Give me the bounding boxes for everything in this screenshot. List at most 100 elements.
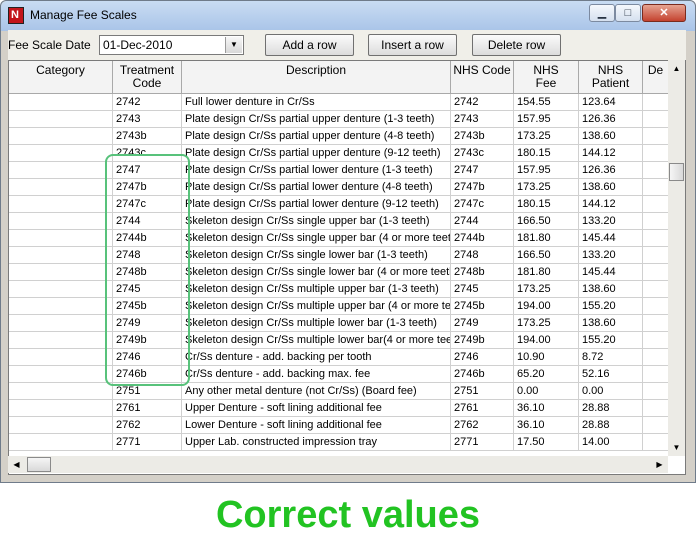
delete-row-button[interactable]: Delete row — [472, 34, 561, 56]
treatment-code-cell[interactable]: 2748 — [113, 247, 182, 264]
nhs-code-cell[interactable]: 2771 — [451, 434, 514, 451]
category-cell[interactable] — [9, 162, 113, 179]
column-header[interactable]: NHS Code — [451, 61, 514, 94]
description-cell[interactable]: Cr/Ss denture - add. backing per tooth — [182, 349, 451, 366]
nhs-code-cell[interactable]: 2749b — [451, 332, 514, 349]
category-cell[interactable] — [9, 94, 113, 111]
nhs-patient-cell[interactable]: 0.00 — [579, 383, 643, 400]
description-cell[interactable]: Skeleton design Cr/Ss multiple upper bar… — [182, 281, 451, 298]
nhs-fee-cell[interactable]: 194.00 — [514, 298, 579, 315]
description-cell[interactable]: Skeleton design Cr/Ss single upper bar (… — [182, 213, 451, 230]
extra-cell[interactable] — [643, 94, 669, 111]
category-cell[interactable] — [9, 366, 113, 383]
add-row-button[interactable]: Add a row — [265, 34, 354, 56]
nhs-fee-cell[interactable]: 154.55 — [514, 94, 579, 111]
extra-cell[interactable] — [643, 179, 669, 196]
nhs-fee-cell[interactable]: 36.10 — [514, 400, 579, 417]
nhs-fee-cell[interactable]: 65.20 — [514, 366, 579, 383]
table-row[interactable]: 2743 Plate design Cr/Ss partial upper den… — [9, 111, 669, 128]
column-header[interactable]: Description — [182, 61, 451, 94]
title-bar[interactable]: N Manage Fee Scales ▁ □ ✕ — [1, 1, 695, 31]
treatment-code-cell[interactable]: 2746b — [113, 366, 182, 383]
treatment-code-cell[interactable]: 2745 — [113, 281, 182, 298]
nhs-code-cell[interactable]: 2748b — [451, 264, 514, 281]
description-cell[interactable]: Skeleton design Cr/Ss single lower bar (… — [182, 264, 451, 281]
nhs-code-cell[interactable]: 2747b — [451, 179, 514, 196]
close-button[interactable]: ✕ — [642, 4, 686, 22]
treatment-code-cell[interactable]: 2743c — [113, 145, 182, 162]
nhs-code-cell[interactable]: 2744b — [451, 230, 514, 247]
nhs-patient-cell[interactable]: 145.44 — [579, 230, 643, 247]
description-cell[interactable]: Skeleton design Cr/Ss multiple lower bar… — [182, 315, 451, 332]
scroll-up-arrow-icon[interactable]: ▲ — [668, 60, 685, 77]
extra-cell[interactable] — [643, 349, 669, 366]
treatment-code-cell[interactable]: 2742 — [113, 94, 182, 111]
extra-cell[interactable] — [643, 383, 669, 400]
extra-cell[interactable] — [643, 332, 669, 349]
extra-cell[interactable] — [643, 145, 669, 162]
nhs-fee-cell[interactable]: 173.25 — [514, 281, 579, 298]
vertical-scrollbar[interactable]: ▲ ▼ — [668, 60, 685, 456]
table-row[interactable]: 2748b Skeleton design Cr/Ss single lower … — [9, 264, 669, 281]
table-row[interactable]: 2745b Skeleton design Cr/Ss multiple uppe… — [9, 298, 669, 315]
nhs-fee-cell[interactable]: 166.50 — [514, 213, 579, 230]
nhs-patient-cell[interactable]: 138.60 — [579, 315, 643, 332]
nhs-patient-cell[interactable]: 52.16 — [579, 366, 643, 383]
description-cell[interactable]: Skeleton design Cr/Ss single upper bar (… — [182, 230, 451, 247]
table-row[interactable]: 2745 Skeleton design Cr/Ss multiple upper… — [9, 281, 669, 298]
category-cell[interactable] — [9, 145, 113, 162]
table-row[interactable]: 2747b Plate design Cr/Ss partial lower de… — [9, 179, 669, 196]
table-row[interactable]: 2761 Upper Denture - soft lining addition… — [9, 400, 669, 417]
nhs-fee-cell[interactable]: 173.25 — [514, 179, 579, 196]
nhs-patient-cell[interactable]: 138.60 — [579, 179, 643, 196]
treatment-code-cell[interactable]: 2744 — [113, 213, 182, 230]
nhs-patient-cell[interactable]: 138.60 — [579, 128, 643, 145]
category-cell[interactable] — [9, 400, 113, 417]
nhs-patient-cell[interactable]: 145.44 — [579, 264, 643, 281]
nhs-fee-cell[interactable]: 0.00 — [514, 383, 579, 400]
extra-cell[interactable] — [643, 196, 669, 213]
category-cell[interactable] — [9, 281, 113, 298]
extra-cell[interactable] — [643, 264, 669, 281]
treatment-code-cell[interactable]: 2749b — [113, 332, 182, 349]
extra-cell[interactable] — [643, 162, 669, 179]
description-cell[interactable]: Full lower denture in Cr/Ss — [182, 94, 451, 111]
horizontal-scrollbar[interactable]: ◀ ▶ — [8, 456, 668, 473]
description-cell[interactable]: Plate design Cr/Ss partial lower denture… — [182, 162, 451, 179]
table-row[interactable]: 2771 Upper Lab. constructed impression tr… — [9, 434, 669, 451]
table-row[interactable]: 2746 Cr/Ss denture - add. backing per too… — [9, 349, 669, 366]
horizontal-scroll-thumb[interactable] — [27, 457, 51, 472]
nhs-code-cell[interactable]: 2746 — [451, 349, 514, 366]
extra-cell[interactable] — [643, 400, 669, 417]
category-cell[interactable] — [9, 230, 113, 247]
description-cell[interactable]: Skeleton design Cr/Ss single lower bar (… — [182, 247, 451, 264]
extra-cell[interactable] — [643, 417, 669, 434]
description-cell[interactable]: Cr/Ss denture - add. backing max. fee — [182, 366, 451, 383]
scroll-down-arrow-icon[interactable]: ▼ — [668, 439, 685, 456]
dropdown-arrow-icon[interactable]: ▼ — [225, 37, 242, 53]
treatment-code-cell[interactable]: 2762 — [113, 417, 182, 434]
description-cell[interactable]: Plate design Cr/Ss partial lower denture… — [182, 196, 451, 213]
table-row[interactable]: 2749b Skeleton design Cr/Ss multiple lowe… — [9, 332, 669, 349]
nhs-code-cell[interactable]: 2742 — [451, 94, 514, 111]
nhs-code-cell[interactable]: 2747c — [451, 196, 514, 213]
nhs-code-cell[interactable]: 2749 — [451, 315, 514, 332]
nhs-patient-cell[interactable]: 8.72 — [579, 349, 643, 366]
scroll-right-arrow-icon[interactable]: ▶ — [651, 456, 668, 473]
column-header[interactable]: NHS Patient — [579, 61, 643, 94]
nhs-code-cell[interactable]: 2761 — [451, 400, 514, 417]
nhs-patient-cell[interactable]: 133.20 — [579, 213, 643, 230]
nhs-fee-cell[interactable]: 166.50 — [514, 247, 579, 264]
nhs-code-cell[interactable]: 2743b — [451, 128, 514, 145]
extra-cell[interactable] — [643, 434, 669, 451]
nhs-patient-cell[interactable]: 144.12 — [579, 145, 643, 162]
nhs-patient-cell[interactable]: 126.36 — [579, 111, 643, 128]
description-cell[interactable]: Skeleton design Cr/Ss multiple upper bar… — [182, 298, 451, 315]
table-row[interactable]: 2743b Plate design Cr/Ss partial upper de… — [9, 128, 669, 145]
nhs-patient-cell[interactable]: 28.88 — [579, 400, 643, 417]
treatment-code-cell[interactable]: 2748b — [113, 264, 182, 281]
description-cell[interactable]: Plate design Cr/Ss partial upper denture… — [182, 128, 451, 145]
treatment-code-cell[interactable]: 2747 — [113, 162, 182, 179]
category-cell[interactable] — [9, 383, 113, 400]
treatment-code-cell[interactable]: 2761 — [113, 400, 182, 417]
